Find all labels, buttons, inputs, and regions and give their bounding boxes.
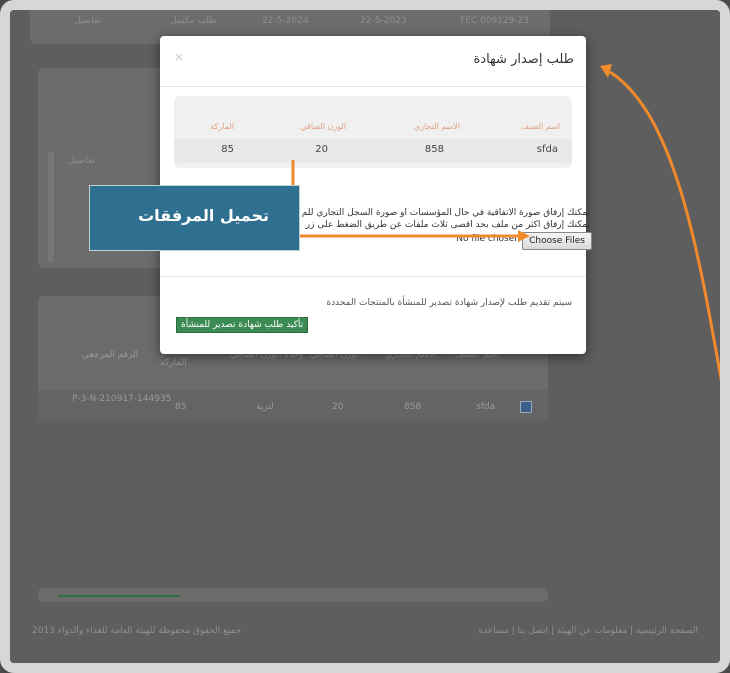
- callout-label: تحميل المرفقات: [138, 206, 269, 225]
- annotation-arrows: [291, 64, 720, 382]
- title-arrowhead: [600, 64, 612, 78]
- title-curved-arrow: [609, 70, 720, 382]
- screenshot-frame: تفاصيل طلب مكتمل 22-5-2024 22-5-2023 FEC…: [0, 0, 730, 673]
- callout-arrowhead: [518, 230, 530, 242]
- upload-attachments-callout: تحميل المرفقات: [89, 185, 300, 251]
